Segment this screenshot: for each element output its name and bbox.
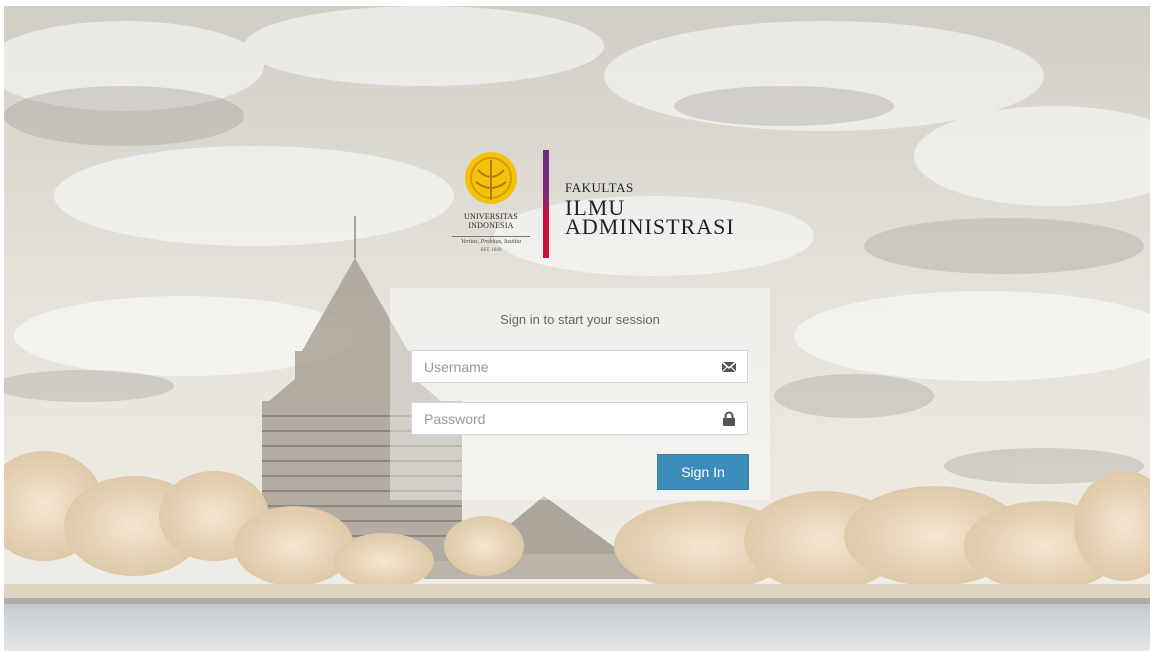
lock-icon xyxy=(723,411,735,426)
username-field[interactable] xyxy=(411,350,748,383)
username-input[interactable] xyxy=(412,351,736,382)
envelope-icon xyxy=(721,361,737,373)
faculty-title-line3: ADMINISTRASI xyxy=(565,214,735,239)
login-box: Sign in to start your session Sign In xyxy=(390,288,770,500)
university-motto: Veritas, Probitas, Iustitia xyxy=(452,236,530,245)
password-input[interactable] xyxy=(412,403,736,434)
university-name-line2: INDONESIA xyxy=(468,221,514,230)
university-name-line1: UNIVERSITAS xyxy=(463,212,518,221)
password-field[interactable] xyxy=(411,402,748,435)
login-page: UNIVERSITAS INDONESIA Veritas, Probitas,… xyxy=(4,6,1150,651)
sign-in-button[interactable]: Sign In xyxy=(657,454,749,490)
university-name: UNIVERSITAS INDONESIA xyxy=(452,212,530,230)
makara-emblem-icon xyxy=(465,152,517,204)
login-box-message: Sign in to start your session xyxy=(500,312,660,327)
logo-divider-bar xyxy=(543,150,549,258)
established-year: EST. 1849 xyxy=(480,248,502,253)
faculty-logo: UNIVERSITAS INDONESIA Veritas, Probitas,… xyxy=(452,150,752,270)
faculty-title-line1: FAKULTAS xyxy=(565,180,634,195)
